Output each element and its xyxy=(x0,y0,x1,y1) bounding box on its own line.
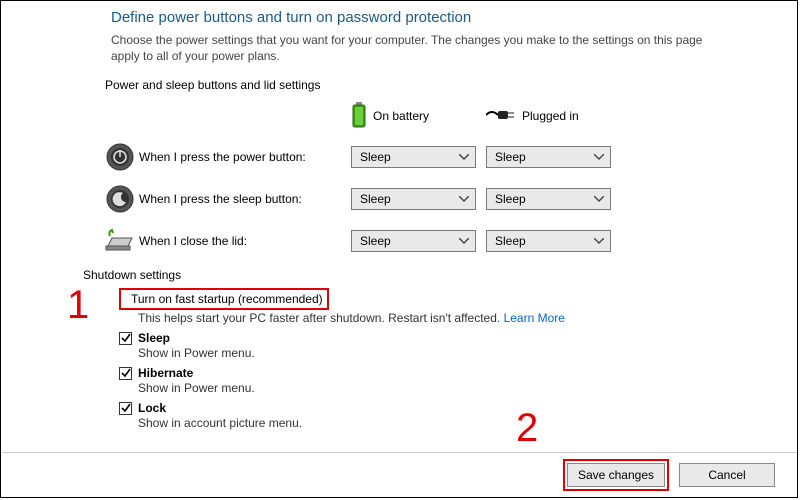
option-lock: Lock Show in account picture menu. xyxy=(119,401,777,430)
dropdown-value: Sleep xyxy=(360,234,391,248)
option-sleep: Sleep Show in Power menu. xyxy=(119,331,777,360)
lock-option-sub: Show in account picture menu. xyxy=(138,416,777,430)
chevron-down-icon xyxy=(594,196,604,202)
option-fast-startup: Turn on fast startup (recommended) This … xyxy=(119,288,777,325)
hibernate-option-label: Hibernate xyxy=(138,366,193,380)
highlight-fast-startup: Turn on fast startup (recommended) xyxy=(119,288,329,310)
power-on-battery-dropdown[interactable]: Sleep xyxy=(351,146,476,168)
chevron-down-icon xyxy=(594,238,604,244)
dropdown-value: Sleep xyxy=(495,150,526,164)
chevron-down-icon xyxy=(459,238,469,244)
save-button[interactable]: Save changes xyxy=(567,463,665,487)
dropdown-value: Sleep xyxy=(495,192,526,206)
learn-more-link[interactable]: Learn More xyxy=(504,311,565,325)
cancel-button[interactable]: Cancel xyxy=(679,463,775,487)
sleep-option-sub: Show in Power menu. xyxy=(138,346,777,360)
power-settings-grid: On battery Plugged in When I press the p… xyxy=(101,96,777,262)
plug-icon xyxy=(486,107,516,126)
row-close-lid-label: When I close the lid: xyxy=(139,234,351,248)
power-options-panel: Define power buttons and turn on passwor… xyxy=(0,0,798,498)
lock-option-label: Lock xyxy=(138,401,166,415)
sleep-plugged-in-dropdown[interactable]: Sleep xyxy=(486,188,611,210)
column-on-battery: On battery xyxy=(351,102,486,131)
row-sleep-button: When I press the sleep button: Sleep Sle… xyxy=(101,178,777,220)
laptop-lid-icon xyxy=(101,228,139,254)
option-hibernate: Hibernate Show in Power menu. xyxy=(119,366,777,395)
page-title: Define power buttons and turn on passwor… xyxy=(111,9,777,26)
sleep-checkbox[interactable] xyxy=(119,332,132,345)
page-description: Choose the power settings that you want … xyxy=(111,32,731,64)
hibernate-option-sub: Show in Power menu. xyxy=(138,381,777,395)
dropdown-value: Sleep xyxy=(495,234,526,248)
sleep-on-battery-dropdown[interactable]: Sleep xyxy=(351,188,476,210)
row-sleep-button-label: When I press the sleep button: xyxy=(139,192,351,206)
row-power-button: When I press the power button: Sleep Sle… xyxy=(101,136,777,178)
power-button-icon xyxy=(101,143,139,171)
fast-startup-label: Turn on fast startup (recommended) xyxy=(131,292,323,306)
column-plugged-in-label: Plugged in xyxy=(522,109,579,123)
battery-icon xyxy=(351,102,367,131)
chevron-down-icon xyxy=(459,154,469,160)
chevron-down-icon xyxy=(459,196,469,202)
row-power-button-label: When I press the power button: xyxy=(139,150,351,164)
section-shutdown-label: Shutdown settings xyxy=(83,268,777,282)
column-plugged-in: Plugged in xyxy=(486,107,621,126)
sleep-button-icon xyxy=(101,185,139,213)
lock-checkbox[interactable] xyxy=(119,402,132,415)
dialog-footer: Save changes Cancel xyxy=(1,452,797,497)
section-buttons-lid-label: Power and sleep buttons and lid settings xyxy=(105,78,777,92)
row-close-lid: When I close the lid: Sleep Sleep xyxy=(101,220,777,262)
shutdown-options: Turn on fast startup (recommended) This … xyxy=(119,288,777,430)
column-on-battery-label: On battery xyxy=(373,109,429,123)
fast-startup-description: This helps start your PC faster after sh… xyxy=(138,311,777,325)
lid-on-battery-dropdown[interactable]: Sleep xyxy=(351,230,476,252)
sleep-option-label: Sleep xyxy=(138,331,170,345)
lid-plugged-in-dropdown[interactable]: Sleep xyxy=(486,230,611,252)
dropdown-value: Sleep xyxy=(360,192,391,206)
highlight-save-button: Save changes xyxy=(563,459,669,491)
chevron-down-icon xyxy=(594,154,604,160)
dropdown-value: Sleep xyxy=(360,150,391,164)
hibernate-checkbox[interactable] xyxy=(119,367,132,380)
power-plugged-in-dropdown[interactable]: Sleep xyxy=(486,146,611,168)
